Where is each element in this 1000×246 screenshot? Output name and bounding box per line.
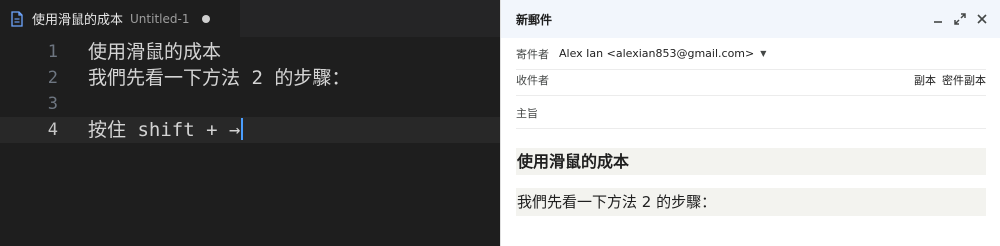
line-number: 1 xyxy=(47,42,58,62)
chevron-down-icon[interactable]: ▼ xyxy=(760,49,766,58)
to-label: 收件者 xyxy=(516,73,549,87)
line-text-wrap: 按住 shift + → xyxy=(88,117,244,143)
code-line[interactable]: 2 我們先看一下方法 2 的步驟： xyxy=(0,65,500,91)
body-paragraph[interactable]: 使用滑鼠的成本 xyxy=(516,148,986,175)
subject-placeholder[interactable]: 主旨 xyxy=(516,105,538,121)
line-text: 使用滑鼠的成本 xyxy=(88,41,222,63)
window-controls xyxy=(931,11,989,25)
from-value[interactable]: Alex Ian <alexian853@gmail.com> xyxy=(559,47,754,60)
code-editor: 使用滑鼠的成本 Untitled-1 1 使用滑鼠的成本 2 我們先看一下方法 … xyxy=(0,0,500,246)
from-label: 寄件者 xyxy=(516,47,549,61)
subject-row[interactable]: 主旨 xyxy=(516,97,986,129)
code-area[interactable]: 1 使用滑鼠的成本 2 我們先看一下方法 2 的步驟： 3 4 按住 shift… xyxy=(0,37,500,246)
cc-bcc-links: 副本 密件副本 xyxy=(914,72,986,88)
code-line[interactable]: 3 xyxy=(0,91,500,117)
editor-tab-bar: 使用滑鼠的成本 Untitled-1 xyxy=(0,0,500,37)
text-cursor xyxy=(241,118,244,140)
line-number: 4 xyxy=(47,120,58,140)
dot-icon[interactable] xyxy=(202,14,211,23)
bcc-link[interactable]: 密件副本 xyxy=(942,72,986,88)
line-number: 3 xyxy=(47,94,58,114)
to-row[interactable]: 收件者 副本 密件副本 xyxy=(516,64,986,96)
code-line[interactable]: 1 使用滑鼠的成本 xyxy=(0,39,500,65)
minimize-icon[interactable] xyxy=(931,11,945,25)
tab-untitled-label: Untitled-1 xyxy=(130,11,190,26)
body-paragraph[interactable]: 我們先看一下方法 2 的步驟： xyxy=(516,188,986,216)
editor-tab[interactable]: 使用滑鼠的成本 Untitled-1 xyxy=(0,0,240,37)
expand-icon[interactable] xyxy=(953,11,967,25)
compose-window: 新郵件 寄件者 Alex Ian <alexian853@gmail.com> xyxy=(500,0,1000,246)
file-icon xyxy=(10,10,24,27)
tab-filename: 使用滑鼠的成本 xyxy=(32,13,124,28)
line-text: 我們先看一下方法 2 的步驟： xyxy=(88,67,351,89)
compose-header: 新郵件 xyxy=(501,0,1000,38)
compose-title: 新郵件 xyxy=(516,12,553,27)
code-line-current[interactable]: 4 按住 shift + → xyxy=(0,117,500,143)
cc-link[interactable]: 副本 xyxy=(914,72,936,88)
line-text: 按住 shift + → xyxy=(88,119,241,141)
line-number: 2 xyxy=(47,68,58,88)
close-icon[interactable] xyxy=(975,11,989,25)
